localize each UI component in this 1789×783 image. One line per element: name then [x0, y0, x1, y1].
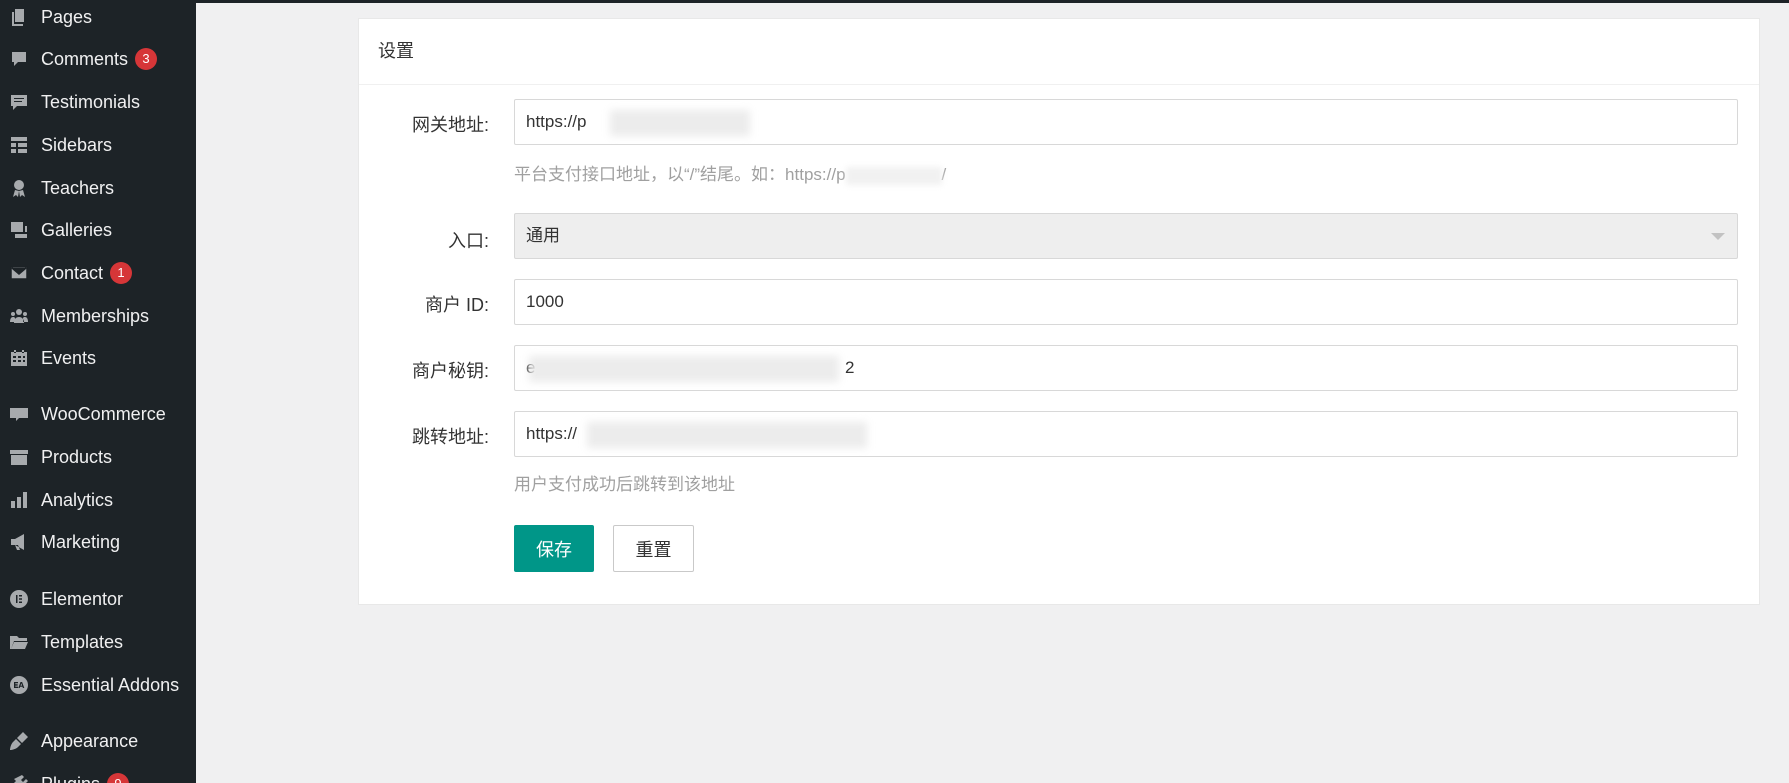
entry-label: 入口: [447, 231, 489, 251]
gateway-url-input[interactable]: https://p [514, 99, 1738, 145]
pages-icon [8, 6, 30, 28]
merchant-id-value: 1000 [526, 292, 564, 311]
comments-count-badge: 3 [135, 48, 158, 70]
sidebar-item-comments[interactable]: Comments 3 [0, 42, 196, 76]
chevron-down-icon [1711, 233, 1725, 240]
sidebar-item-analytics[interactable]: Analytics [0, 483, 196, 517]
sidebar-item-label: Marketing [41, 531, 121, 552]
sidebar-item-marketing[interactable]: Marketing [0, 525, 196, 559]
sidebar-item-testimonials[interactable]: Testimonials [0, 85, 196, 119]
merchant-id-input[interactable]: 1000 [514, 279, 1738, 325]
sidebar-item-label: Essential Addons [41, 674, 180, 695]
redirect-url-input[interactable]: https:// [514, 411, 1738, 457]
sidebar-item-label: Comments [41, 48, 129, 69]
elementor-icon [8, 588, 30, 610]
sidebar-item-label: Products [41, 446, 113, 467]
gateway-hint-text: 平台支付接口地址，以“/”结尾。如：https://p [514, 165, 846, 184]
sidebar-item-galleries[interactable]: Galleries [0, 213, 196, 247]
sidebar-item-appearance[interactable]: Appearance [0, 724, 196, 758]
save-button[interactable]: 保存 [514, 525, 594, 572]
sidebar-item-label: Sidebars [41, 134, 113, 155]
sidebar-item-products[interactable]: Products [0, 440, 196, 474]
sidebar-item-essential-addons[interactable]: Essential Addons [0, 668, 196, 702]
redirect-label: 跳转地址: [411, 427, 489, 447]
panel-title: 设置 [359, 19, 1759, 85]
merchant-key-label: 商户秘钥: [411, 361, 489, 381]
redacted-mask [845, 166, 942, 185]
admin-top-bar [196, 0, 1789, 3]
essential-addons-icon [8, 674, 30, 696]
sidebar-item-contact[interactable]: Contact 1 [0, 256, 196, 290]
sidebar-item-label: Testimonials [41, 91, 141, 112]
sidebar-item-label: Teachers [41, 177, 115, 198]
events-icon [8, 347, 30, 369]
appearance-icon [8, 730, 30, 752]
sidebar-item-events[interactable]: Events [0, 341, 196, 375]
redacted-mask [529, 356, 839, 382]
woocommerce-icon [8, 403, 30, 425]
sidebar-item-pages[interactable]: Pages [0, 0, 196, 34]
memberships-icon [8, 305, 30, 327]
testimonials-icon [8, 91, 30, 113]
merchant-key-input[interactable]: e 2 [514, 345, 1738, 391]
sidebar-item-label: Pages [41, 6, 93, 27]
redacted-mask [587, 422, 867, 448]
sidebar-item-memberships[interactable]: Memberships [0, 299, 196, 333]
sidebar-item-woocommerce[interactable]: WooCommerce [0, 397, 196, 431]
templates-icon [8, 631, 30, 653]
admin-sidebar: Pages Comments 3 Testimonials Sidebars T… [0, 0, 196, 783]
gateway-label: 网关地址: [411, 115, 489, 135]
sidebar-item-sidebars[interactable]: Sidebars [0, 128, 196, 162]
reset-button[interactable]: 重置 [613, 525, 694, 572]
contact-count-badge: 1 [110, 262, 133, 284]
settings-panel: 设置 网关地址: https://p 平台支付接口地址，以“/”结尾。如：htt… [358, 18, 1760, 605]
gateway-url-value: https://p [526, 112, 587, 131]
analytics-icon [8, 489, 30, 511]
redirect-hint: 用户支付成功后跳转到该地址 [514, 475, 735, 494]
marketing-icon [8, 531, 30, 553]
plugins-count-badge: 9 [107, 773, 130, 783]
gateway-hint: 平台支付接口地址，以“/”结尾。如：https://p / [514, 160, 946, 185]
redacted-mask [610, 110, 750, 136]
entry-select[interactable]: 通用 [514, 213, 1738, 259]
teachers-icon [8, 177, 30, 199]
sidebar-item-teachers[interactable]: Teachers [0, 171, 196, 205]
sidebar-item-label: Memberships [41, 305, 150, 326]
sidebar-item-elementor[interactable]: Elementor [0, 582, 196, 616]
sidebars-icon [8, 134, 30, 156]
merchant-key-tail: 2 [845, 358, 855, 377]
entry-select-value: 通用 [526, 226, 560, 245]
sidebar-item-label: WooCommerce [41, 403, 166, 424]
galleries-icon [8, 219, 30, 241]
sidebar-item-label: Contact [41, 262, 104, 283]
sidebar-item-label: Plugins [41, 774, 100, 783]
sidebar-item-label: Appearance [41, 730, 139, 751]
contact-icon [8, 262, 30, 284]
sidebar-item-label: Templates [41, 631, 124, 652]
sidebar-item-templates[interactable]: Templates [0, 625, 196, 659]
sidebar-item-label: Events [41, 347, 97, 368]
sidebar-item-label: Analytics [41, 489, 114, 510]
plugins-icon [8, 773, 30, 783]
merchant-id-label: 商户 ID: [424, 295, 489, 315]
gateway-hint-tail: / [941, 165, 947, 184]
products-icon [8, 446, 30, 468]
sidebar-item-label: Galleries [41, 219, 113, 240]
redirect-url-value: https:// [526, 424, 578, 443]
comments-icon [8, 48, 30, 70]
sidebar-item-plugins[interactable]: Plugins 9 [0, 767, 196, 783]
sidebar-item-label: Elementor [41, 588, 124, 609]
